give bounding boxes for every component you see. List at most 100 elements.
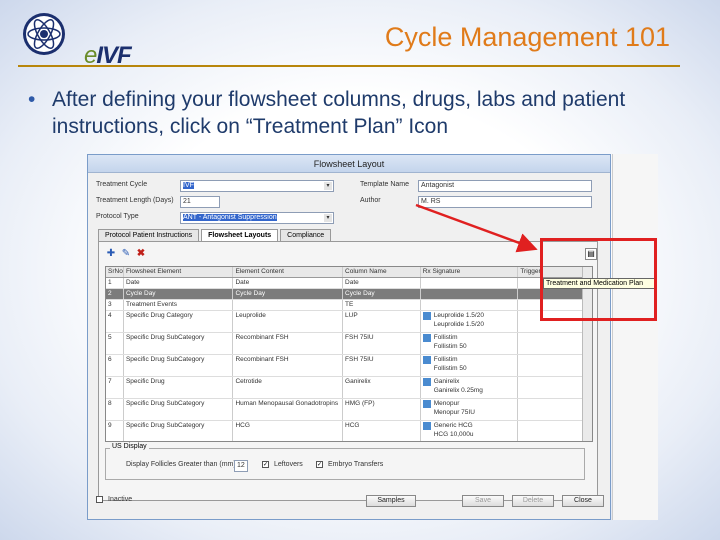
table-cell: HCG [343, 421, 421, 441]
rx-signature-cell [421, 289, 519, 299]
template-name-input[interactable]: Antagonist [418, 180, 592, 192]
tab-patient-instructions[interactable]: Protocol Patient Instructions [98, 229, 200, 241]
tab-flowsheet-layouts[interactable]: Flowsheet Layouts [201, 229, 279, 241]
author-input[interactable]: M. RS [418, 196, 592, 208]
col-header[interactable]: Flowsheet Element [124, 267, 234, 277]
table-cell: FSH 75IU [343, 333, 421, 354]
cycle-length-input[interactable]: 21 [180, 196, 220, 208]
table-row[interactable]: 5 Specific Drug SubCategory Recombinant FS… [106, 333, 592, 355]
tab-compliance[interactable]: Compliance [280, 229, 332, 241]
trigger-cell [518, 333, 592, 354]
add-row-icon[interactable]: ✚ [105, 248, 117, 260]
edit-row-icon[interactable]: ✎ [120, 248, 132, 260]
col-header[interactable]: Element Content [233, 267, 344, 277]
trigger-cell [518, 421, 592, 441]
dropdown-arrow-icon[interactable]: ▾ [324, 214, 332, 222]
table-cell: Cycle Day [343, 289, 421, 299]
rx-signature-cell [421, 300, 519, 310]
table-row[interactable]: 9 Specific Drug SubCategory HCG HCG Generic … [106, 421, 592, 441]
rx-icon[interactable] [422, 378, 431, 386]
delete-button[interactable]: Delete [512, 495, 554, 507]
rx-signature-text: Follistim Follistim 50 [433, 334, 467, 350]
col-header[interactable]: Rx Signature [421, 267, 519, 277]
save-button[interactable]: Save [462, 495, 504, 507]
table-cell: LUP [343, 311, 421, 332]
table-row[interactable]: 3 Treatment Events TE [106, 300, 592, 311]
eivf-logo: eIVF [18, 6, 132, 69]
grid-body: 1 Date Date Date 2 Cycle Day Cycle Day Cycle Da… [106, 278, 592, 441]
rx-icon[interactable] [422, 334, 431, 342]
inactive-checkbox[interactable] [96, 496, 103, 503]
protocol-type-select[interactable]: ANT - Antagonist Suppression ▾ [180, 212, 334, 224]
rx-signature-text: Follistim Follistim 50 [433, 356, 467, 372]
table-cell: Cycle Day [124, 289, 234, 299]
table-cell: 6 [106, 355, 124, 376]
embryo-transfers-label: Embryo Transfers [328, 461, 384, 468]
rx-icon[interactable] [422, 422, 431, 430]
table-row[interactable]: 1 Date Date Date [106, 278, 592, 289]
dropdown-arrow-icon[interactable]: ▾ [324, 182, 332, 190]
trigger-cell [518, 355, 592, 376]
table-row[interactable]: 8 Specific Drug SubCategory Human Menopaus… [106, 399, 592, 421]
title-divider [18, 65, 680, 67]
table-cell: Cetrotide [233, 377, 344, 398]
bullet-text: After defining your flowsheet columns, d… [52, 88, 626, 138]
leftovers-checkbox[interactable]: ✓ [262, 461, 269, 468]
template-name-label: Template Name [360, 181, 410, 188]
flowsheet-layout-window: Flowsheet Layout Treatment Cycle IVF ▾ Tr… [87, 154, 611, 520]
table-cell: FSH 75IU [343, 355, 421, 376]
rx-icon[interactable] [422, 356, 431, 364]
atom-logo-icon [23, 13, 65, 55]
cycle-length-label: Treatment Length (Days) [96, 197, 174, 204]
table-cell: Specific Drug Category [124, 311, 234, 332]
table-cell: Specific Drug SubCategory [124, 421, 234, 441]
table-cell: Specific Drug [124, 377, 234, 398]
table-cell: 3 [106, 300, 124, 310]
display-follicles-input[interactable]: 12 [234, 460, 248, 472]
rx-signature-cell [421, 278, 519, 288]
table-row[interactable]: 2 Cycle Day Cycle Day Cycle Day [106, 289, 592, 300]
table-row[interactable]: 4 Specific Drug Category Leuprolide LUP Leup… [106, 311, 592, 333]
table-cell [233, 300, 344, 310]
close-button[interactable]: Close [562, 495, 604, 507]
rx-signature-text: Generic HCG HCG 10,000u [433, 422, 474, 438]
bullet-point: • After defining your flowsheet columns,… [28, 86, 668, 140]
display-follicles-label: Display Follicles Greater than (mm) [126, 461, 236, 468]
table-cell: 1 [106, 278, 124, 288]
table-cell: 2 [106, 289, 124, 299]
rx-icon[interactable] [422, 312, 431, 320]
table-cell: Date [124, 278, 234, 288]
highlight-box [540, 238, 657, 321]
rx-signature-cell: Follistim Follistim 50 [421, 333, 519, 354]
table-cell: 9 [106, 421, 124, 441]
treatment-cycle-label: Treatment Cycle [96, 181, 148, 188]
table-cell: Specific Drug SubCategory [124, 333, 234, 354]
rx-signature-text: Menopur Menopur 75IU [433, 400, 475, 416]
rx-icon[interactable] [422, 400, 431, 408]
group-label: US Display [110, 443, 149, 450]
embryo-transfers-checkbox[interactable]: ✓ [316, 461, 323, 468]
table-cell: 7 [106, 377, 124, 398]
table-cell: Recombinant FSH [233, 333, 344, 354]
rx-signature-cell: Follistim Follistim 50 [421, 355, 519, 376]
tab-strip: Protocol Patient Instructions Flowsheet … [98, 229, 333, 241]
table-cell: Specific Drug SubCategory [124, 399, 234, 420]
window-title: Flowsheet Layout [88, 155, 610, 173]
rx-signature-text: Ganirelix Ganirelix 0.25mg [433, 378, 483, 394]
table-row[interactable]: 7 Specific Drug Cetrotide Ganirelix Ganireli… [106, 377, 592, 399]
leftovers-label: Leftovers [274, 461, 303, 468]
col-header[interactable]: SrNo [106, 267, 124, 277]
table-row[interactable]: 6 Specific Drug SubCategory Recombinant FS… [106, 355, 592, 377]
treatment-cycle-select[interactable]: IVF ▾ [180, 180, 334, 192]
rx-signature-cell: Ganirelix Ganirelix 0.25mg [421, 377, 519, 398]
rx-signature-cell: Leuprolide 1.5/20 Leuprolide 1.5/20 [421, 311, 519, 332]
col-header[interactable]: Column Name [343, 267, 421, 277]
slide-title: Cycle Management 101 [384, 22, 670, 52]
table-cell: 4 [106, 311, 124, 332]
grid-toolbar: ✚ ✎ ✖ [105, 248, 150, 260]
background-window-strip [612, 154, 658, 520]
delete-row-icon[interactable]: ✖ [135, 248, 147, 260]
table-cell: Human Menopausal Gonadotropins [233, 399, 344, 420]
table-cell: Leuprolide [233, 311, 344, 332]
samples-button[interactable]: Samples [366, 495, 416, 507]
